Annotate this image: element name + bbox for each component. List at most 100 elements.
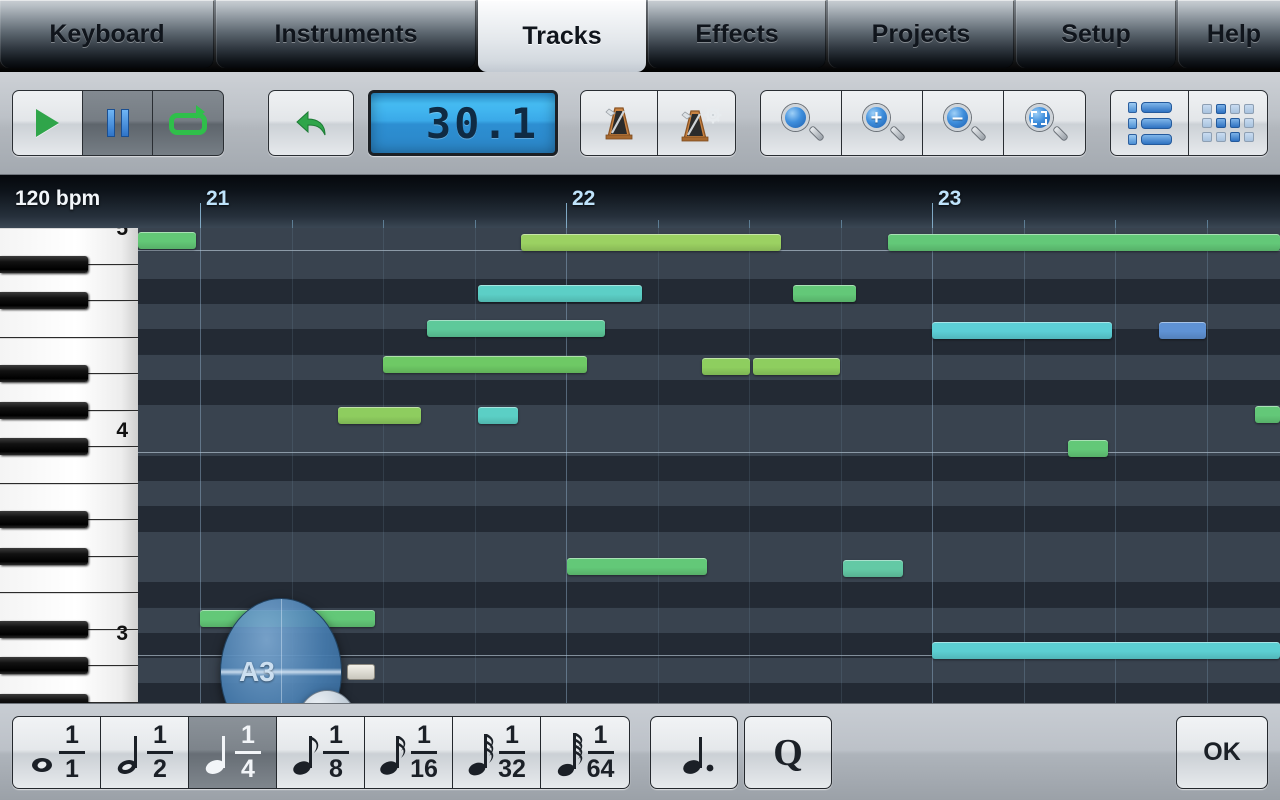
note-block[interactable] bbox=[1255, 406, 1280, 423]
note-block[interactable] bbox=[521, 234, 781, 251]
grid-row[interactable] bbox=[138, 556, 1280, 583]
fraction-bar bbox=[235, 751, 261, 754]
piano-keyboard[interactable]: 5 4 3 bbox=[0, 228, 138, 703]
grid-bar-line bbox=[200, 228, 201, 703]
piano-black-key[interactable] bbox=[0, 547, 88, 565]
fraction-bar bbox=[411, 751, 437, 754]
grid-row[interactable] bbox=[138, 582, 1280, 608]
grid-view-icon bbox=[1202, 104, 1254, 142]
note-value-1-4[interactable]: 14 bbox=[189, 717, 277, 788]
note-block[interactable] bbox=[932, 642, 1280, 659]
magnifier-fit-icon bbox=[1025, 104, 1069, 142]
grid-row[interactable] bbox=[138, 455, 1280, 481]
zoom-tools-group: + – bbox=[760, 90, 1086, 156]
tab-tracks[interactable]: Tracks bbox=[478, 0, 646, 72]
ruler-bar-line bbox=[932, 203, 933, 228]
piano-black-key[interactable] bbox=[0, 255, 88, 273]
note-block[interactable] bbox=[478, 407, 518, 424]
note-value-1-8[interactable]: 18 bbox=[277, 717, 365, 788]
note-value-1-32[interactable]: 1 32 bbox=[453, 717, 541, 788]
position-lcd[interactable]: 30.1 bbox=[368, 90, 558, 156]
tab-projects[interactable]: Projects bbox=[828, 0, 1014, 68]
piano-black-key[interactable] bbox=[0, 401, 88, 419]
zoom-in-button[interactable]: + bbox=[842, 91, 923, 155]
grid-row[interactable] bbox=[138, 253, 1280, 279]
note-block[interactable] bbox=[138, 232, 196, 249]
piano-black-key[interactable] bbox=[0, 694, 88, 703]
grid-row[interactable] bbox=[138, 531, 1280, 557]
piano-black-key[interactable] bbox=[0, 365, 88, 383]
undo-button[interactable] bbox=[269, 91, 353, 155]
octave-divider-line bbox=[138, 452, 1280, 453]
app-root: Keyboard Instruments Tracks Effects Projects… bbox=[0, 0, 1280, 800]
fraction-numerator: 1 bbox=[505, 721, 519, 749]
list-view-button[interactable] bbox=[1111, 91, 1189, 155]
zoom-tool-button[interactable] bbox=[761, 91, 842, 155]
ruler-beat-line bbox=[475, 220, 476, 228]
note-value-1-64[interactable]: 1 64 bbox=[541, 717, 629, 788]
ruler-bar-line bbox=[200, 203, 201, 228]
undo-icon bbox=[294, 108, 328, 138]
tab-keyboard[interactable]: Keyboard bbox=[0, 0, 214, 68]
note-block[interactable] bbox=[888, 234, 1280, 251]
quantize-button[interactable]: Q bbox=[744, 716, 832, 789]
bar-number-label: 23 bbox=[938, 187, 962, 210]
tab-effects[interactable]: Effects bbox=[648, 0, 826, 68]
note-block[interactable] bbox=[427, 320, 605, 337]
pause-button[interactable] bbox=[83, 91, 153, 155]
note-value-1-2[interactable]: 12 bbox=[101, 717, 189, 788]
position-lcd-value: 30.1 bbox=[425, 98, 539, 148]
grid-row[interactable] bbox=[138, 278, 1280, 304]
metronome-button[interactable] bbox=[581, 91, 658, 155]
piano-black-key[interactable] bbox=[0, 657, 88, 675]
confirm-ok-button[interactable]: OK bbox=[1176, 716, 1268, 789]
metronome-settings-button[interactable] bbox=[658, 91, 735, 155]
fraction-denominator: 2 bbox=[153, 755, 167, 783]
ruler-beat-line bbox=[383, 220, 384, 228]
grid-beat-line bbox=[1207, 228, 1208, 703]
piano-roll-editor[interactable]: 120 bpm 212223 543 A3 OK bbox=[0, 175, 1280, 703]
metronome-button-group bbox=[580, 90, 736, 156]
note-block[interactable] bbox=[478, 285, 642, 302]
note-block[interactable] bbox=[383, 356, 587, 373]
timeline-ruler[interactable]: 120 bpm 21 22 23 bbox=[0, 175, 1280, 228]
grid-beat-line bbox=[1024, 228, 1025, 703]
pause-icon bbox=[106, 109, 129, 137]
fraction-denominator: 32 bbox=[498, 755, 526, 783]
play-button[interactable] bbox=[13, 91, 83, 155]
zoom-fit-button[interactable] bbox=[1004, 91, 1085, 155]
loop-button[interactable] bbox=[153, 91, 223, 155]
piano-black-key[interactable] bbox=[0, 620, 88, 638]
loop-icon bbox=[169, 105, 207, 137]
view-mode-group bbox=[1110, 90, 1268, 156]
grid-view-button[interactable] bbox=[1189, 91, 1267, 155]
grid-row[interactable] bbox=[138, 405, 1280, 431]
note-block[interactable] bbox=[702, 358, 750, 375]
grid-row[interactable] bbox=[138, 379, 1280, 406]
grid-row[interactable] bbox=[138, 506, 1280, 532]
note-block[interactable] bbox=[753, 358, 840, 375]
note-block[interactable] bbox=[843, 560, 903, 577]
tab-instruments[interactable]: Instruments bbox=[216, 0, 476, 68]
note-value-1-1[interactable]: 11 bbox=[13, 717, 101, 788]
piano-black-key[interactable] bbox=[0, 511, 88, 529]
tab-label: Effects bbox=[695, 19, 779, 48]
note-block[interactable] bbox=[793, 285, 856, 302]
note-block[interactable] bbox=[338, 407, 421, 424]
tab-help[interactable]: Help bbox=[1178, 0, 1280, 68]
grid-row[interactable] bbox=[138, 481, 1280, 507]
fraction-bar bbox=[587, 751, 614, 754]
note-length-handle[interactable] bbox=[347, 664, 375, 680]
zoom-out-button[interactable]: – bbox=[923, 91, 1004, 155]
note-block[interactable] bbox=[1159, 322, 1206, 339]
piano-black-key[interactable] bbox=[0, 438, 88, 456]
dotted-note-button[interactable] bbox=[650, 716, 738, 789]
tab-setup[interactable]: Setup bbox=[1016, 0, 1176, 68]
note-value-1-16[interactable]: 1 16 bbox=[365, 717, 453, 788]
note-block[interactable] bbox=[932, 322, 1112, 339]
note-block[interactable] bbox=[1068, 440, 1108, 457]
piano-black-key[interactable] bbox=[0, 292, 88, 310]
fraction-numerator: 1 bbox=[329, 721, 343, 749]
octave-label: 5 bbox=[116, 228, 128, 240]
note-block[interactable] bbox=[567, 558, 707, 575]
